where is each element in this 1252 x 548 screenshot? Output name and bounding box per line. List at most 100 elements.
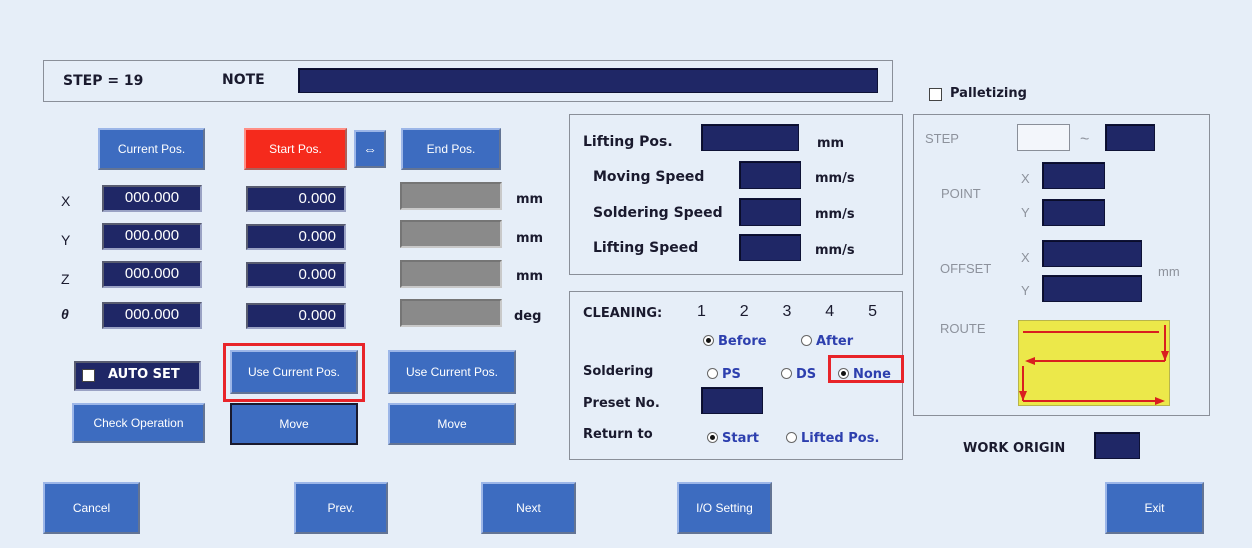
start-label: Start (722, 431, 759, 446)
current-pos-button[interactable]: Current Pos. (98, 128, 205, 170)
end-z-input[interactable] (400, 260, 502, 288)
soldering-label: Soldering (583, 364, 654, 379)
pallet-step-from-input[interactable] (1017, 124, 1070, 151)
pallet-step-tilde: ~ (1080, 131, 1090, 148)
lifting-speed-label: Lifting Speed (593, 240, 699, 256)
cleaning-number-3[interactable]: 3 (783, 303, 792, 321)
prev-button[interactable]: Prev. (294, 482, 388, 534)
cleaning-number-4[interactable]: 4 (825, 303, 834, 321)
auto-set-checkbox[interactable] (82, 369, 95, 382)
radio-dot-icon (703, 335, 714, 346)
radio-dot-icon (707, 432, 718, 443)
current-x-value: 000.000 (102, 185, 202, 212)
cleaning-number-1[interactable]: 1 (697, 303, 706, 321)
lifting-speed-input[interactable] (739, 234, 801, 261)
end-theta-input[interactable] (400, 299, 502, 327)
offset-x-input[interactable] (1042, 240, 1142, 267)
pallet-step-label: STEP (925, 131, 959, 146)
io-setting-button[interactable]: I/O Setting (677, 482, 772, 534)
next-button[interactable]: Next (481, 482, 576, 534)
current-theta-value: 000.000 (102, 302, 202, 329)
cleaning-number-5[interactable]: 5 (868, 303, 877, 321)
highlight-use-current-pos (223, 343, 365, 402)
unit-theta: deg (514, 309, 542, 324)
end-y-input[interactable] (400, 220, 502, 248)
return-lifted-radio[interactable]: Lifted Pos. (786, 427, 879, 446)
end-x-input[interactable] (400, 182, 502, 210)
pallet-step-to-input[interactable] (1105, 124, 1155, 151)
point-x-label: X (1021, 171, 1030, 186)
auto-set-label: AUTO SET (108, 367, 180, 382)
point-y-input[interactable] (1042, 199, 1105, 226)
return-to-label: Return to (583, 427, 653, 442)
after-label: After (816, 334, 854, 349)
start-theta-input[interactable]: 0.000 (246, 303, 346, 329)
unit-y: mm (516, 231, 544, 246)
radio-dot-icon (781, 368, 792, 379)
check-operation-button[interactable]: Check Operation (72, 403, 205, 443)
axis-y-label: Y (61, 232, 71, 248)
palletizing-label: Palletizing (950, 86, 1027, 101)
end-pos-button[interactable]: End Pos. (401, 128, 501, 170)
point-y-label: Y (1021, 205, 1030, 220)
radio-dot-icon (786, 432, 797, 443)
note-input[interactable] (298, 68, 878, 93)
point-x-input[interactable] (1042, 162, 1105, 189)
offset-label: OFFSET (940, 261, 992, 276)
current-z-value: 000.000 (102, 261, 202, 288)
ps-label: PS (722, 367, 741, 382)
move-start-button[interactable]: Move (230, 403, 358, 445)
soldering-speed-label: Soldering Speed (593, 205, 723, 221)
use-current-pos-end-button[interactable]: Use Current Pos. (388, 350, 516, 394)
soldering-ps-radio[interactable]: PS (707, 363, 741, 382)
offset-y-input[interactable] (1042, 275, 1142, 302)
route-diagram[interactable] (1018, 320, 1170, 406)
palletizing-checkbox[interactable] (929, 88, 942, 101)
preset-input[interactable] (701, 387, 763, 414)
cancel-button[interactable]: Cancel (43, 482, 140, 534)
note-label: NOTE (222, 72, 265, 88)
cleaning-numbers: 1 2 3 4 5 (697, 303, 877, 321)
offset-x-label: X (1021, 250, 1030, 265)
swap-button[interactable]: ⇔ (354, 130, 386, 168)
start-y-input[interactable]: 0.000 (246, 224, 346, 250)
work-origin-label: WORK ORIGIN (963, 441, 1066, 456)
point-label: POINT (941, 186, 981, 201)
moving-speed-unit: mm/s (815, 171, 855, 186)
soldering-speed-unit: mm/s (815, 207, 855, 222)
radio-dot-icon (707, 368, 718, 379)
axis-x-label: X (61, 193, 71, 209)
lifting-speed-unit: mm/s (815, 243, 855, 258)
current-y-value: 000.000 (102, 223, 202, 250)
exit-button[interactable]: Exit (1105, 482, 1204, 534)
preset-label: Preset No. (583, 396, 660, 411)
route-arrows-icon (1019, 325, 1169, 405)
start-z-input[interactable]: 0.000 (246, 262, 346, 288)
cleaning-label: CLEANING: (583, 306, 663, 321)
unit-x: mm (516, 192, 544, 207)
move-end-button[interactable]: Move (388, 403, 516, 445)
lifting-pos-unit: mm (817, 136, 845, 151)
moving-speed-input[interactable] (739, 161, 801, 189)
return-start-radio[interactable]: Start (707, 427, 759, 446)
cleaning-after-radio[interactable]: After (801, 330, 853, 349)
radio-dot-icon (801, 335, 812, 346)
step-number: STEP = 19 (63, 73, 144, 89)
cleaning-before-radio[interactable]: Before (703, 330, 767, 349)
soldering-ds-radio[interactable]: DS (781, 363, 816, 382)
ds-label: DS (796, 367, 817, 382)
unit-z: mm (516, 269, 544, 284)
cleaning-number-2[interactable]: 2 (740, 303, 749, 321)
axis-theta-label: θ (61, 306, 69, 322)
moving-speed-label: Moving Speed (593, 169, 705, 185)
start-x-input[interactable]: 0.000 (246, 186, 346, 212)
offset-unit: mm (1158, 264, 1180, 279)
work-origin-input[interactable] (1094, 432, 1140, 459)
route-label: ROUTE (940, 321, 986, 336)
lifted-pos-label: Lifted Pos. (801, 431, 880, 446)
start-pos-button[interactable]: Start Pos. (244, 128, 347, 170)
lifting-pos-label: Lifting Pos. (583, 134, 673, 150)
offset-y-label: Y (1021, 283, 1030, 298)
soldering-speed-input[interactable] (739, 198, 801, 226)
lifting-pos-input[interactable] (701, 124, 799, 151)
